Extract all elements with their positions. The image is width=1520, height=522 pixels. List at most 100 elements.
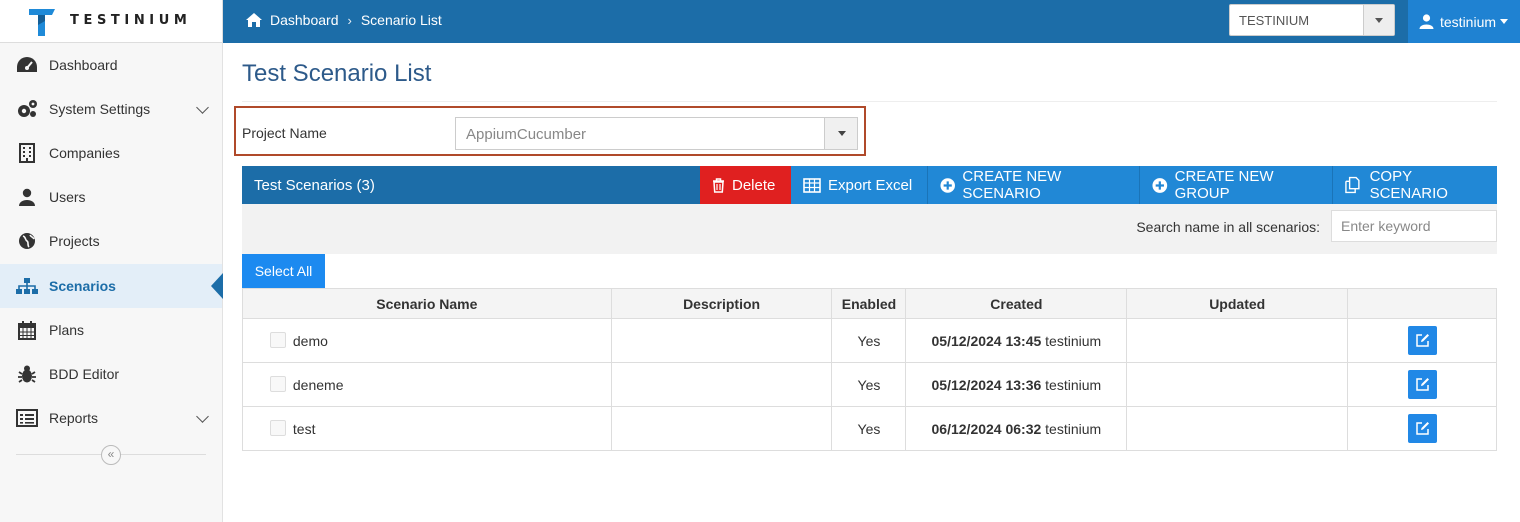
- scenario-name-cell: demo: [242, 318, 612, 363]
- created-cell: 05/12/2024 13:45 testinium: [905, 318, 1128, 363]
- description-cell: [610, 318, 833, 363]
- edit-button[interactable]: [1407, 370, 1437, 399]
- column-header-enabled[interactable]: Enabled: [831, 288, 907, 319]
- sidebar-item-plans[interactable]: Plans: [0, 308, 222, 352]
- sidebar-item-label: Companies: [49, 145, 120, 161]
- scenario-name[interactable]: test: [293, 421, 316, 437]
- delete-button-label: Delete: [732, 176, 776, 194]
- search-input[interactable]: [1331, 210, 1497, 242]
- edit-icon: [1415, 334, 1429, 347]
- breadcrumb: Dashboard › Scenario List: [245, 12, 442, 28]
- actions-cell: [1347, 406, 1497, 451]
- sidebar-item-dashboard[interactable]: Dashboard: [0, 43, 222, 87]
- copy-scenario-label: COPY SCENARIO: [1369, 168, 1448, 202]
- sidebar-item-label: Scenarios: [49, 278, 116, 294]
- edit-icon: [1415, 422, 1429, 435]
- collapse-sidebar-icon[interactable]: «: [101, 445, 121, 465]
- sitemap-icon: [16, 276, 38, 296]
- breadcrumb-dashboard-link[interactable]: Dashboard: [270, 12, 339, 28]
- top-bar: TESTINIUM Dashboard › Scenario List TEST…: [0, 0, 1520, 43]
- caret-down-icon: [1500, 19, 1509, 24]
- caret-down-icon[interactable]: [1363, 5, 1394, 35]
- column-header-created[interactable]: Created: [905, 288, 1128, 319]
- chevron-right-icon: ›: [347, 12, 352, 28]
- tenant-select[interactable]: TESTINIUM: [1229, 4, 1395, 36]
- list-icon: [16, 408, 38, 428]
- created-by: testinium: [1045, 420, 1102, 437]
- home-icon[interactable]: [245, 12, 263, 28]
- sidebar-item-reports[interactable]: Reports: [0, 396, 222, 440]
- calendar-icon: [16, 320, 38, 340]
- sidebar-item-users[interactable]: Users: [0, 175, 222, 219]
- gears-icon: [16, 99, 38, 119]
- updated-cell: [1126, 318, 1349, 363]
- edit-button[interactable]: [1407, 326, 1437, 355]
- edit-button[interactable]: [1407, 414, 1437, 443]
- enabled-cell: Yes: [831, 362, 907, 407]
- created-by: testinium: [1045, 376, 1102, 393]
- scenario-name-cell: deneme: [242, 362, 612, 407]
- created-cell: 05/12/2024 13:36 testinium: [905, 362, 1128, 407]
- created-date: 05/12/2024 13:36: [931, 376, 1042, 393]
- row-checkbox[interactable]: [270, 332, 286, 348]
- table-header-row: Scenario Name Description Enabled Create…: [242, 288, 1497, 319]
- search-label: Search name in all scenarios:: [1136, 219, 1320, 235]
- create-new-scenario-button[interactable]: CREATE NEW SCENARIO: [927, 166, 1139, 204]
- title-divider: [242, 101, 1497, 102]
- column-header-description[interactable]: Description: [610, 288, 833, 319]
- scenario-name[interactable]: deneme: [293, 377, 344, 393]
- created-date: 05/12/2024 13:45: [931, 332, 1042, 349]
- sidebar-item-label: Plans: [49, 322, 85, 338]
- table-row[interactable]: test Yes 06/12/2024 06:32 testinium: [242, 406, 1497, 451]
- create-new-group-label: CREATE NEW GROUP: [1174, 168, 1274, 202]
- caret-down-icon[interactable]: [824, 118, 857, 149]
- chevron-down-icon: [196, 410, 209, 423]
- search-bar: Search name in all scenarios:: [242, 204, 1497, 254]
- project-select[interactable]: AppiumCucumber: [455, 117, 858, 150]
- copy-scenario-button[interactable]: COPY SCENARIO: [1332, 166, 1497, 204]
- column-header-updated[interactable]: Updated: [1126, 288, 1349, 319]
- sidebar-item-system-settings[interactable]: System Settings: [0, 87, 222, 131]
- sidebar-item-companies[interactable]: Companies: [0, 131, 222, 175]
- dashboard-icon: [16, 55, 38, 75]
- sidebar-item-scenarios[interactable]: Scenarios: [0, 264, 223, 308]
- row-checkbox[interactable]: [270, 376, 286, 392]
- scenario-name[interactable]: demo: [293, 333, 328, 349]
- scenario-name-cell: test: [242, 406, 612, 451]
- sidebar-item-label: Projects: [49, 233, 100, 249]
- user-icon: [1419, 14, 1434, 29]
- actions-cell: [1347, 362, 1497, 407]
- table-icon: [803, 177, 821, 193]
- column-header-scenario-name[interactable]: Scenario Name: [242, 288, 612, 319]
- project-name-label: Project Name: [242, 125, 327, 141]
- sidebar-item-label: Dashboard: [49, 57, 118, 73]
- delete-button[interactable]: Delete: [700, 166, 791, 204]
- plus-circle-icon: [940, 177, 955, 193]
- table-row[interactable]: deneme Yes 05/12/2024 13:36 testinium: [242, 362, 1497, 407]
- sidebar-item-label: Reports: [49, 410, 99, 426]
- column-header-actions: [1347, 288, 1497, 319]
- table-row[interactable]: demo Yes 05/12/2024 13:45 testinium: [242, 318, 1497, 363]
- brand-name: TESTINIUM: [70, 13, 192, 28]
- create-new-scenario-label: CREATE NEW SCENARIO: [962, 168, 1062, 202]
- trash-icon: [713, 177, 724, 193]
- description-cell: [610, 406, 833, 451]
- brand-logo[interactable]: TESTINIUM: [0, 0, 223, 43]
- enabled-cell: Yes: [831, 318, 907, 363]
- create-new-group-button[interactable]: CREATE NEW GROUP: [1139, 166, 1332, 204]
- sidebar: Dashboard System Settings Companies User…: [0, 43, 223, 522]
- user-menu[interactable]: testinium: [1408, 0, 1520, 43]
- sidebar-item-projects[interactable]: Projects: [0, 219, 222, 263]
- project-select-value: AppiumCucumber: [466, 126, 587, 143]
- globe-icon: [16, 231, 38, 251]
- select-all-button[interactable]: Select All: [242, 254, 325, 288]
- created-cell: 06/12/2024 06:32 testinium: [905, 406, 1128, 451]
- sidebar-item-bdd-editor[interactable]: BDD Editor: [0, 352, 222, 396]
- sidebar-item-label: BDD Editor: [49, 366, 120, 382]
- row-checkbox[interactable]: [270, 420, 286, 436]
- updated-cell: [1126, 406, 1349, 451]
- chevron-down-icon: [196, 101, 209, 114]
- export-excel-label: Export Excel: [828, 176, 913, 194]
- enabled-cell: Yes: [831, 406, 907, 451]
- export-excel-button[interactable]: Export Excel: [791, 166, 927, 204]
